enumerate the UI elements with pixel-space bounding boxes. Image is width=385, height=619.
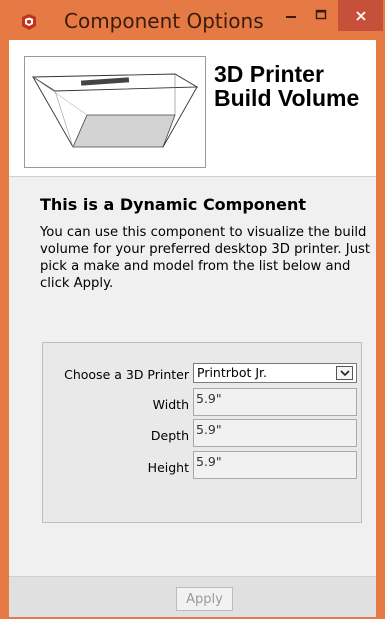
dynamic-component-heading: This is a Dynamic Component: [40, 195, 307, 214]
width-field[interactable]: 5.9": [193, 388, 357, 416]
close-button[interactable]: [338, 0, 383, 31]
component-title-line2: Build Volume: [214, 85, 360, 111]
sketchup-icon: [22, 14, 36, 30]
width-row: Width 5.9": [43, 387, 363, 417]
printer-select-value: Printrbot Jr.: [197, 365, 268, 380]
apply-button[interactable]: Apply: [176, 587, 233, 611]
title-bar[interactable]: Component Options: [0, 0, 385, 40]
width-label: Width: [152, 397, 189, 412]
depth-label: Depth: [150, 428, 189, 443]
printer-select[interactable]: Printrbot Jr.: [193, 363, 357, 383]
depth-row: Depth 5.9": [43, 418, 363, 448]
height-field[interactable]: 5.9": [193, 451, 357, 479]
window-title: Component Options: [64, 9, 264, 33]
height-label: Height: [147, 460, 189, 475]
component-header: 3D Printer Build Volume: [9, 40, 376, 177]
component-options-window: Component Options 3D Printer Build Volum…: [0, 0, 385, 619]
maximize-button[interactable]: [306, 0, 336, 30]
height-value: 5.9": [196, 454, 222, 469]
minimize-button[interactable]: [276, 0, 306, 30]
minimize-icon: [286, 16, 296, 18]
build-volume-box-icon: [24, 56, 206, 168]
printer-label: Choose a 3D Printer: [64, 367, 189, 382]
component-title: 3D Printer Build Volume: [214, 62, 384, 110]
maximize-icon: [315, 9, 327, 20]
options-panel: Choose a 3D Printer Printrbot Jr. Width …: [42, 342, 362, 523]
depth-field[interactable]: 5.9": [193, 419, 357, 447]
chevron-down-icon[interactable]: [336, 366, 353, 380]
dialog-content: 3D Printer Build Volume This is a Dynami…: [9, 40, 376, 617]
close-icon: [355, 10, 366, 21]
height-row: Height 5.9": [43, 450, 363, 480]
dialog-footer: Apply: [9, 576, 376, 617]
width-value: 5.9": [196, 391, 222, 406]
component-description: You can use this component to visualize …: [40, 225, 371, 291]
chevron-down-glyph: [339, 369, 350, 376]
component-title-line1: 3D Printer: [214, 61, 324, 87]
depth-value: 5.9": [196, 422, 222, 437]
